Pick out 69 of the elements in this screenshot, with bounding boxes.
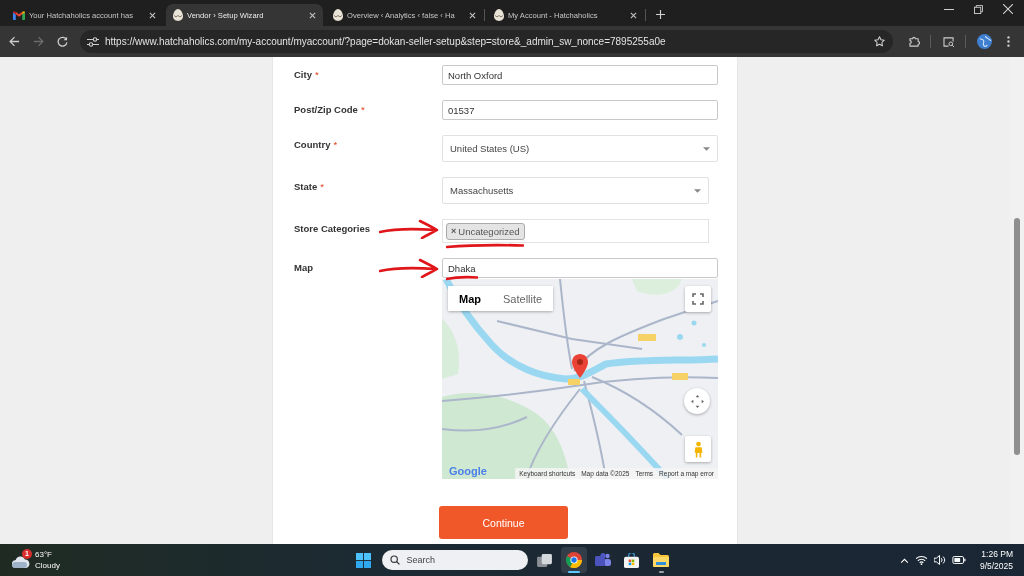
field-label: Store Categories bbox=[294, 223, 371, 234]
close-icon[interactable] bbox=[469, 11, 476, 19]
window-search-icon bbox=[943, 36, 955, 47]
folder-icon bbox=[652, 553, 669, 567]
egg-icon bbox=[333, 9, 343, 21]
minimize-icon[interactable] bbox=[944, 8, 954, 10]
weather-condition[interactable]: Cloudy bbox=[35, 560, 60, 571]
tag-remove-button[interactable]: × bbox=[451, 226, 457, 236]
scrollbar-thumb[interactable] bbox=[1014, 218, 1020, 455]
map-logo: Google bbox=[449, 465, 487, 477]
text-input[interactable]: 01537 bbox=[442, 100, 718, 120]
field-label: Country bbox=[294, 139, 331, 150]
tag-input[interactable]: × Uncategorized bbox=[442, 219, 709, 243]
fullscreen-button[interactable] bbox=[685, 286, 711, 312]
task-view-icon bbox=[537, 553, 552, 567]
egg-icon bbox=[173, 9, 183, 21]
team-chat-icon bbox=[594, 553, 611, 567]
location-input[interactable]: Dhaka bbox=[442, 258, 718, 278]
speaker-icon[interactable] bbox=[933, 555, 946, 565]
caret-icon bbox=[694, 188, 701, 193]
taskbar-app[interactable] bbox=[560, 547, 587, 573]
move-arrows-icon bbox=[690, 394, 704, 408]
clock-time[interactable]: 1:26 PM bbox=[981, 548, 1013, 560]
plus-icon[interactable] bbox=[656, 10, 665, 19]
puzzle-icon bbox=[908, 36, 920, 47]
reload-icon bbox=[56, 36, 68, 47]
select-dropdown[interactable]: United States (US) bbox=[442, 135, 718, 162]
profile-avatar bbox=[976, 34, 992, 49]
hand-drawn-underline bbox=[446, 275, 478, 281]
sliders-icon[interactable] bbox=[87, 36, 99, 47]
mail-icon bbox=[13, 10, 25, 20]
wifi-icon[interactable] bbox=[914, 555, 928, 565]
person-icon bbox=[693, 440, 703, 458]
required-marker: * bbox=[333, 139, 338, 150]
map-pin-icon[interactable] bbox=[572, 354, 588, 378]
caret-icon bbox=[703, 146, 710, 151]
star-icon[interactable] bbox=[874, 36, 885, 47]
taskbar-search[interactable]: Search bbox=[381, 550, 528, 570]
scrollbar-track[interactable] bbox=[1010, 57, 1024, 544]
fullscreen-icon bbox=[692, 293, 704, 305]
tag-label: Uncategorized bbox=[458, 225, 520, 237]
restore-icon[interactable] bbox=[974, 4, 983, 14]
weather-temperature[interactable]: 63°F bbox=[35, 549, 60, 560]
battery-icon[interactable] bbox=[951, 556, 966, 564]
cloud-icon[interactable] bbox=[12, 556, 30, 568]
text-input[interactable]: North Oxford bbox=[442, 65, 718, 85]
required-marker: * bbox=[360, 104, 365, 115]
clock-date[interactable]: 9/5/2025 bbox=[979, 560, 1013, 572]
field-label: City bbox=[294, 69, 312, 80]
search-icon bbox=[389, 555, 400, 565]
required-marker: * bbox=[314, 69, 319, 80]
map-type-button[interactable]: Map bbox=[448, 286, 492, 311]
required-marker: * bbox=[320, 181, 324, 192]
map-type-button[interactable]: Satellite bbox=[492, 286, 554, 311]
browser-icon bbox=[565, 552, 582, 568]
start-menu-icon bbox=[356, 552, 371, 568]
close-icon[interactable] bbox=[1003, 4, 1013, 14]
menu-icon bbox=[1006, 36, 1010, 47]
egg-icon bbox=[494, 9, 504, 21]
close-icon[interactable] bbox=[149, 11, 156, 19]
store-bag-icon bbox=[624, 552, 639, 568]
chevron-up-icon[interactable] bbox=[899, 557, 909, 563]
address-bar[interactable]: https://www.hatchaholics.com/my-account/myaccount/?page=dokan-seller-setup&step=store&_admin_sw_nonce=7895255a0e bbox=[80, 30, 893, 53]
select-dropdown[interactable]: Massachusetts bbox=[442, 177, 709, 204]
field-label: State bbox=[294, 181, 318, 192]
close-icon[interactable] bbox=[309, 11, 316, 19]
close-icon[interactable] bbox=[630, 11, 637, 19]
field-label: Post/Zip Code bbox=[294, 104, 358, 115]
field-label: Map bbox=[294, 262, 313, 273]
